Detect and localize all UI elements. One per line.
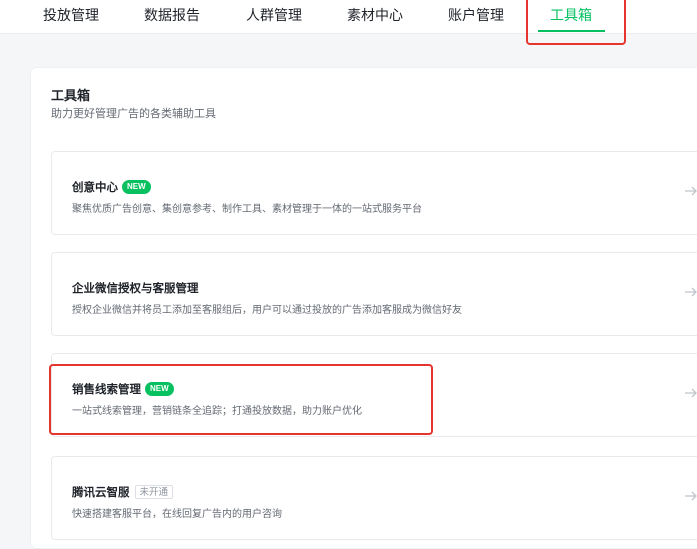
card-description: 聚焦优质广告创意、集创意参考、制作工具、素材管理于一体的一站式服务平台 xyxy=(72,204,422,215)
toolbox-panel: 工具箱 助力更好管理广告的各类辅助工具 创意中心 NEW 聚焦优质广告创意、集创… xyxy=(30,67,697,549)
top-navigation: 投放管理 数据报告 人群管理 素材中心 账户管理 工具箱 xyxy=(0,0,697,34)
tab-audience-management[interactable]: 人群管理 xyxy=(246,0,302,33)
card-title-row: 销售线索管理 NEW xyxy=(72,381,174,397)
arrow-right-icon xyxy=(685,287,697,297)
tab-asset-center[interactable]: 素材中心 xyxy=(347,0,403,33)
active-tab-underline xyxy=(538,30,605,32)
tab-account-management[interactable]: 账户管理 xyxy=(448,0,504,33)
page-title: 工具箱 xyxy=(51,89,91,104)
tool-card-sales-leads[interactable]: 销售线索管理 NEW 一站式线索管理，营销链条全追踪；打通投放数据，助力账户优化 xyxy=(51,353,697,437)
card-description: 授权企业微信并将员工添加至客服组后，用户可以通过投放的广告添加客服成为微信好友 xyxy=(72,305,462,316)
tab-data-reports[interactable]: 数据报告 xyxy=(144,0,200,33)
page-subtitle: 助力更好管理广告的各类辅助工具 xyxy=(51,107,216,120)
card-title: 销售线索管理 xyxy=(72,382,141,396)
arrow-right-icon xyxy=(685,388,697,398)
card-title-row: 创意中心 NEW xyxy=(72,179,151,195)
tool-card-tencent-cloud-service[interactable]: 腾讯云智服 未开通 快速搭建客服平台，在线回复广告内的用户咨询 xyxy=(51,456,697,540)
arrow-right-icon xyxy=(685,491,697,501)
card-title: 企业微信授权与客服管理 xyxy=(72,281,199,295)
card-title: 腾讯云智服 xyxy=(72,485,130,499)
status-badge: 未开通 xyxy=(134,485,174,499)
card-title-row: 企业微信授权与客服管理 xyxy=(72,280,199,296)
card-title-row: 腾讯云智服 未开通 xyxy=(72,484,174,500)
new-badge: NEW xyxy=(122,180,151,194)
card-title: 创意中心 xyxy=(72,180,118,194)
card-description: 一站式线索管理，营销链条全追踪；打通投放数据，助力账户优化 xyxy=(72,406,362,417)
tab-toolbox[interactable]: 工具箱 xyxy=(550,0,592,33)
tool-card-wecom-customer-service[interactable]: 企业微信授权与客服管理 授权企业微信并将员工添加至客服组后，用户可以通过投放的广… xyxy=(51,252,697,336)
tab-campaign-management[interactable]: 投放管理 xyxy=(43,0,99,33)
card-description: 快速搭建客服平台，在线回复广告内的用户咨询 xyxy=(72,509,282,520)
arrow-right-icon xyxy=(685,186,697,196)
new-badge: NEW xyxy=(145,382,174,396)
tool-card-creative-center[interactable]: 创意中心 NEW 聚焦优质广告创意、集创意参考、制作工具、素材管理于一体的一站式… xyxy=(51,151,697,235)
